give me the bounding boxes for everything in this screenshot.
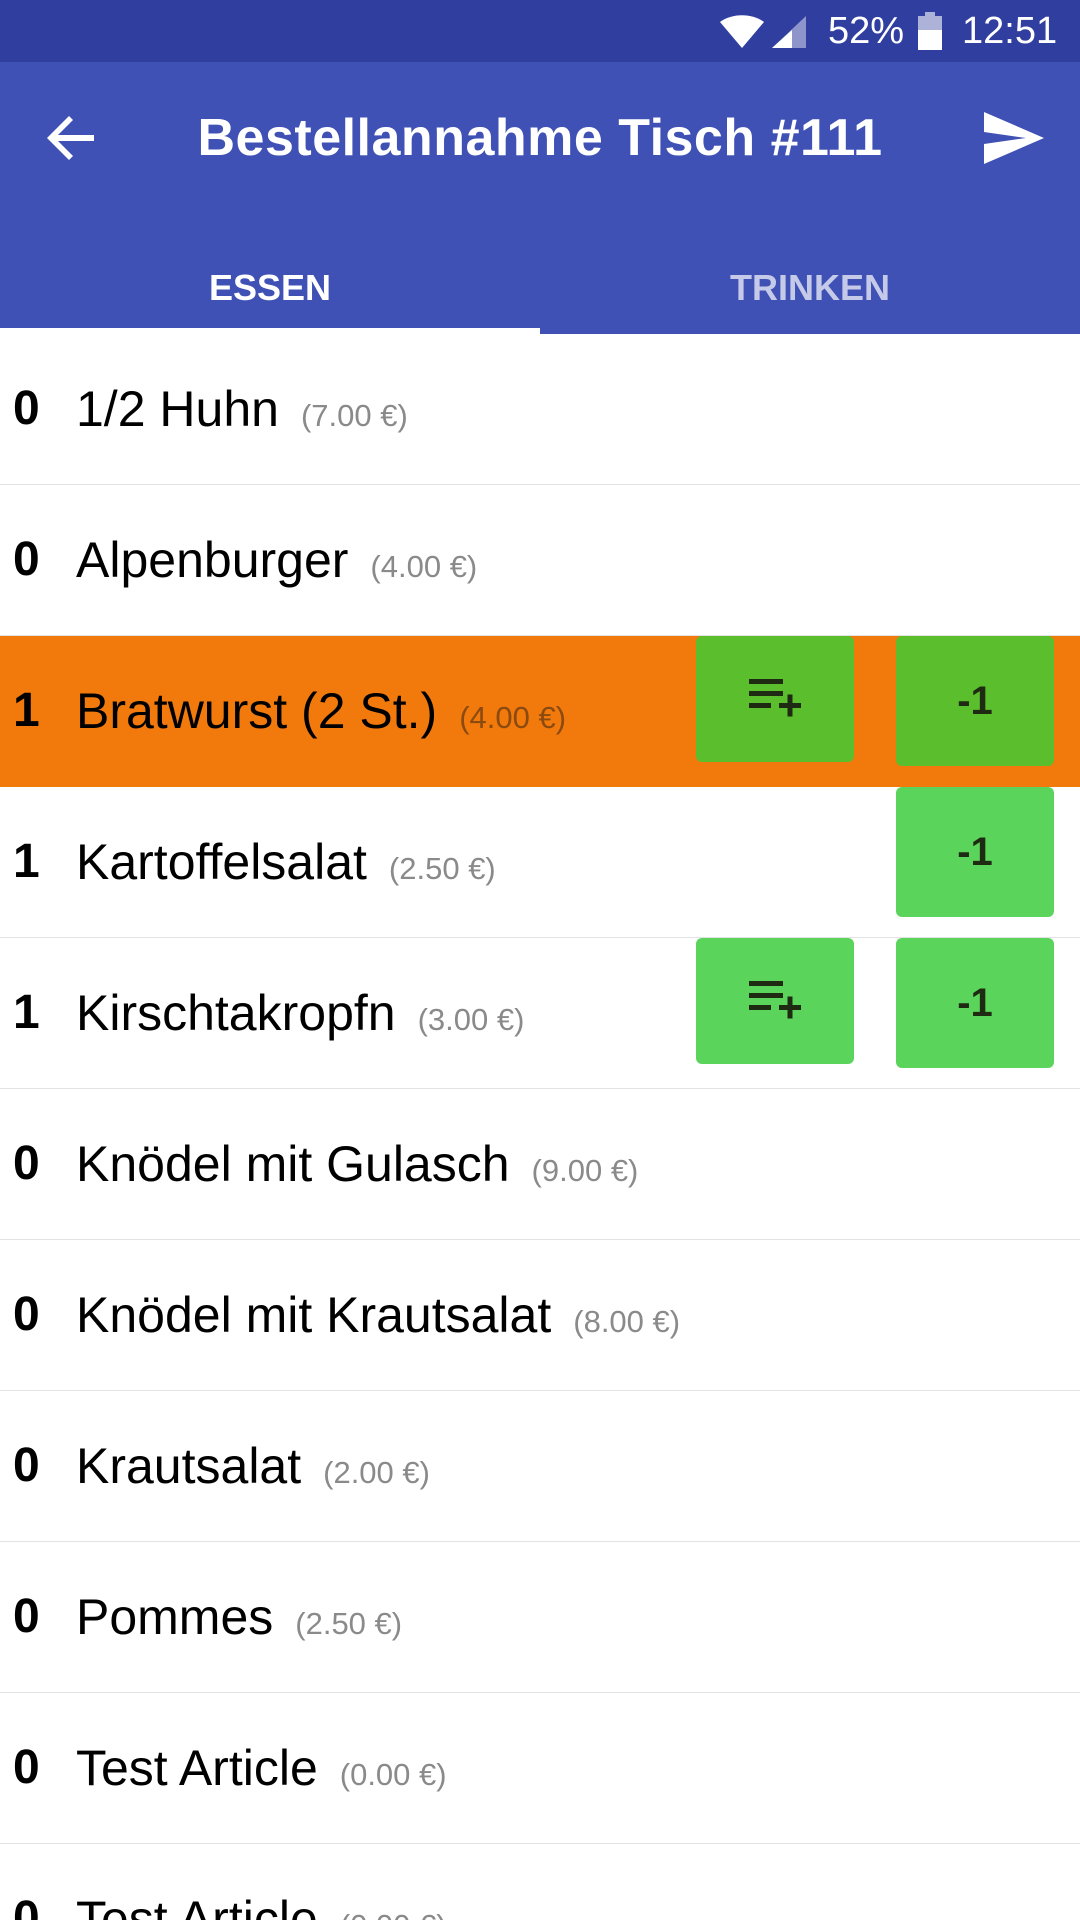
item-label: Test Article (0.00 €) xyxy=(76,1693,447,1843)
item-name: Test Article xyxy=(76,1891,318,1920)
status-bar: 52% 12:51 xyxy=(0,0,1080,62)
item-price: (2.50 €) xyxy=(388,851,496,886)
item-name: Kartoffelsalat xyxy=(76,834,367,890)
app-bar: Bestellannahme Tisch #111 ESSEN TRINKEN xyxy=(0,62,1080,334)
wifi-icon xyxy=(720,15,764,48)
item-price: (2.00 €) xyxy=(323,1455,430,1490)
list-item[interactable]: 0 Knödel mit Gulasch (9.00 €) xyxy=(0,1089,1080,1240)
item-quantity: 0 xyxy=(13,1892,40,1920)
item-quantity: 0 xyxy=(13,382,40,435)
item-quantity: 0 xyxy=(13,1741,40,1794)
decrement-button[interactable]: -1 xyxy=(896,636,1054,766)
article-list: 0 1/2 Huhn (7.00 €) 0 Alpenburger (4.00 €) 1 Br… xyxy=(0,334,1080,1920)
item-quantity: 1 xyxy=(13,684,40,737)
item-quantity: 1 xyxy=(13,986,40,1039)
arrow-left-icon[interactable] xyxy=(40,106,104,170)
list-item[interactable]: 0 Knödel mit Krautsalat (8.00 €) xyxy=(0,1240,1080,1391)
item-price: (4.00 €) xyxy=(370,549,478,584)
item-price: (2.50 €) xyxy=(295,1606,403,1641)
item-label: Knödel mit Krautsalat (8.00 €) xyxy=(76,1240,680,1390)
item-name: Knödel mit Gulasch xyxy=(76,1136,510,1192)
item-quantity: 0 xyxy=(13,533,40,586)
item-label: Alpenburger (4.00 €) xyxy=(76,485,477,635)
item-label: Krautsalat (2.00 €) xyxy=(76,1391,430,1541)
item-price: (3.00 €) xyxy=(417,1002,525,1037)
decrement-button[interactable]: -1 xyxy=(896,787,1054,917)
item-name: 1/2 Huhn xyxy=(76,381,279,437)
item-name: Test Article xyxy=(76,1740,318,1796)
item-quantity: 0 xyxy=(13,1590,40,1643)
battery-icon xyxy=(918,12,942,50)
list-item[interactable]: 0 Alpenburger (4.00 €) xyxy=(0,485,1080,636)
tab-trinken[interactable]: TRINKEN xyxy=(540,242,1080,334)
add-to-list-button[interactable] xyxy=(696,636,854,762)
item-label: Bratwurst (2 St.) (4.00 €) xyxy=(76,636,566,786)
list-item[interactable]: 1 Kirschtakropfn (3.00 €) -1 xyxy=(0,938,1080,1089)
list-item[interactable]: 1 Bratwurst (2 St.) (4.00 €) -1 xyxy=(0,636,1080,787)
item-label: Test Article (0.00 €) xyxy=(76,1844,447,1920)
clock: 12:51 xyxy=(962,10,1058,52)
list-item[interactable]: 0 Test Article (0.00 €) xyxy=(0,1844,1080,1920)
playlist-add-icon xyxy=(745,971,805,1031)
item-name: Knödel mit Krautsalat xyxy=(76,1287,552,1343)
item-price: (0.00 €) xyxy=(339,1757,447,1792)
item-name: Alpenburger xyxy=(76,532,349,588)
item-price: (7.00 €) xyxy=(300,398,408,433)
item-label: Kartoffelsalat (2.50 €) xyxy=(76,787,496,937)
item-label: Knödel mit Gulasch (9.00 €) xyxy=(76,1089,638,1239)
list-item[interactable]: 1 Kartoffelsalat (2.50 €) -1 xyxy=(0,787,1080,938)
item-label: Pommes (2.50 €) xyxy=(76,1542,402,1692)
list-item[interactable]: 0 1/2 Huhn (7.00 €) xyxy=(0,334,1080,485)
item-name: Kirschtakropfn xyxy=(76,985,396,1041)
cell-signal-icon xyxy=(772,16,806,48)
item-label: Kirschtakropfn (3.00 €) xyxy=(76,938,524,1088)
item-name: Krautsalat xyxy=(76,1438,302,1494)
list-item[interactable]: 0 Krautsalat (2.00 €) xyxy=(0,1391,1080,1542)
item-quantity: 0 xyxy=(13,1137,40,1190)
decrement-button[interactable]: -1 xyxy=(896,938,1054,1068)
list-item[interactable]: 0 Pommes (2.50 €) xyxy=(0,1542,1080,1693)
add-to-list-button[interactable] xyxy=(696,938,854,1064)
page-title: Bestellannahme Tisch #111 xyxy=(197,109,883,167)
item-price: (4.00 €) xyxy=(459,700,567,735)
item-label: 1/2 Huhn (7.00 €) xyxy=(76,334,408,484)
send-icon[interactable] xyxy=(980,106,1048,170)
list-item[interactable]: 0 Test Article (0.00 €) xyxy=(0,1693,1080,1844)
tab-essen[interactable]: ESSEN xyxy=(0,242,540,334)
item-price: (0.00 €) xyxy=(340,1908,447,1920)
item-price: (9.00 €) xyxy=(531,1153,639,1188)
item-quantity: 1 xyxy=(13,835,40,888)
battery-percent: 52% xyxy=(828,10,905,52)
item-quantity: 0 xyxy=(13,1439,40,1492)
item-price: (8.00 €) xyxy=(573,1304,681,1339)
item-quantity: 0 xyxy=(13,1288,40,1341)
item-name: Bratwurst (2 St.) xyxy=(76,683,438,739)
playlist-add-icon xyxy=(745,669,805,729)
item-name: Pommes xyxy=(76,1589,274,1645)
